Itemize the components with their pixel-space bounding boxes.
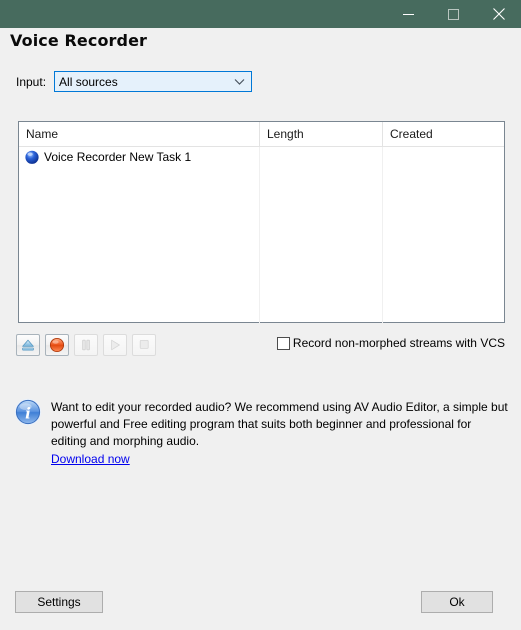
list-item-name: Voice Recorder New Task 1	[44, 150, 192, 164]
minimize-button[interactable]	[386, 0, 431, 28]
close-icon	[492, 8, 505, 20]
eject-button[interactable]	[16, 334, 40, 356]
transport-toolbar	[16, 334, 156, 356]
input-source-select[interactable]: All sources	[54, 71, 253, 92]
info-panel: i Want to edit your recorded audio? We r…	[13, 397, 508, 468]
stop-icon	[139, 340, 149, 349]
chevron-down-icon	[234, 78, 245, 85]
list-body: Voice Recorder New Task 1	[19, 147, 504, 325]
svg-text:i: i	[25, 404, 31, 422]
close-button[interactable]	[476, 0, 521, 28]
maximize-button[interactable]	[431, 0, 476, 28]
column-divider-created	[382, 147, 383, 325]
list-header: Name Length Created	[19, 122, 504, 147]
ok-button[interactable]: Ok	[421, 591, 493, 613]
eject-icon	[22, 339, 34, 351]
info-text-block: Want to edit your recorded audio? We rec…	[51, 397, 508, 468]
info-message: Want to edit your recorded audio? We rec…	[51, 400, 508, 448]
column-header-name[interactable]: Name	[19, 122, 259, 146]
pause-icon	[82, 339, 90, 351]
pause-button[interactable]	[74, 334, 98, 356]
input-source-row: Input: All sources	[16, 71, 253, 92]
checkbox-label: Record non-morphed streams with VCS	[292, 336, 505, 350]
record-non-morphed-checkbox[interactable]: Record non-morphed streams with VCS	[276, 336, 505, 350]
window-titlebar	[0, 0, 521, 28]
column-header-created[interactable]: Created	[382, 122, 504, 146]
input-label: Input:	[16, 74, 47, 89]
column-divider-length	[259, 147, 260, 325]
page-title: Voice Recorder	[10, 31, 148, 50]
record-button[interactable]	[45, 334, 69, 356]
stop-button[interactable]	[132, 334, 156, 356]
info-icon: i	[13, 397, 43, 427]
column-header-length[interactable]: Length	[259, 122, 382, 146]
checkbox-box[interactable]	[276, 336, 290, 350]
blue-sphere-icon	[24, 149, 40, 165]
settings-button[interactable]: Settings	[15, 591, 103, 613]
download-now-link[interactable]: Download now	[51, 451, 130, 468]
table-row[interactable]: Voice Recorder New Task 1	[19, 147, 504, 167]
minimize-icon	[403, 13, 414, 15]
play-icon	[111, 339, 120, 351]
input-source-value: All sources	[59, 74, 118, 89]
record-icon	[49, 337, 65, 353]
play-button[interactable]	[103, 334, 127, 356]
recordings-list[interactable]: Name Length Created Voice Recorder New T…	[18, 121, 505, 325]
maximize-icon	[448, 8, 459, 20]
